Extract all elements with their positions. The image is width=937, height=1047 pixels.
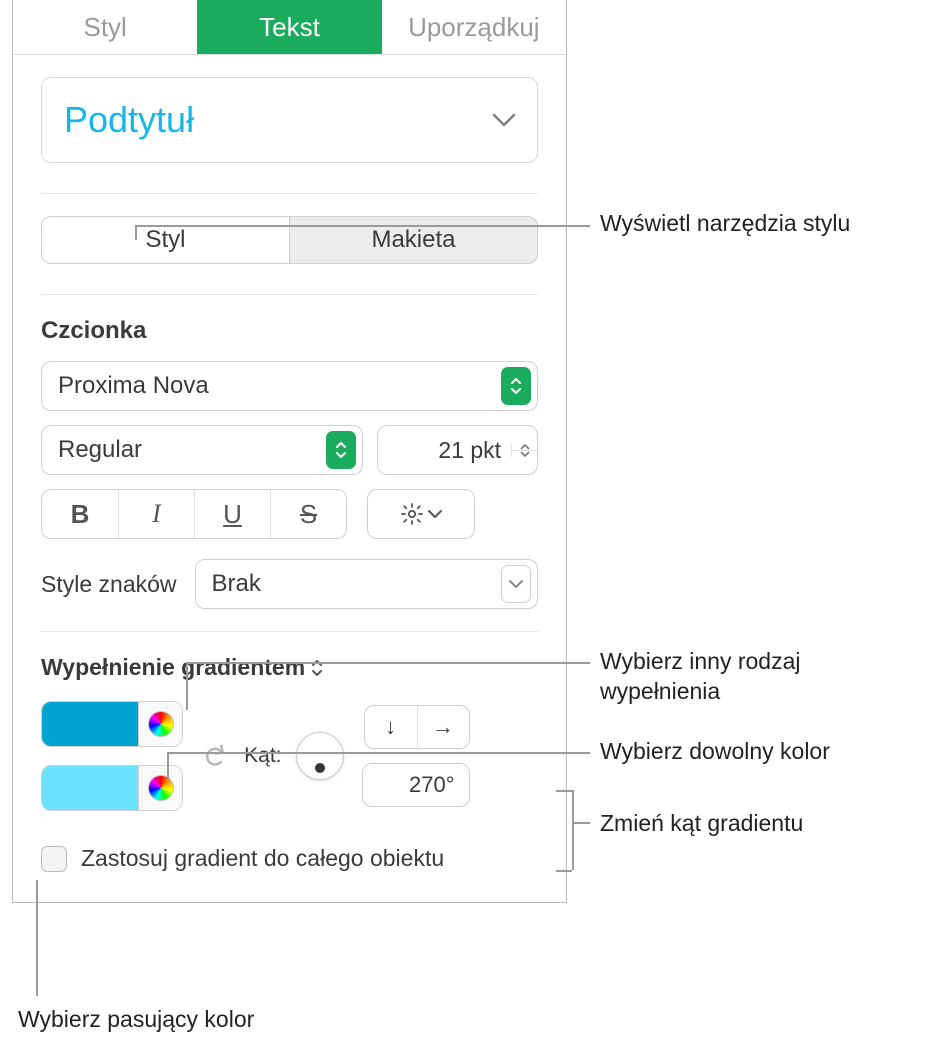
text-style-group: B I U S (41, 489, 347, 539)
angle-value: 270° (409, 772, 455, 798)
font-size-field[interactable]: 21 pkt (377, 425, 538, 475)
color-picker-button-2[interactable] (138, 766, 182, 810)
gradient-color-2-well[interactable] (42, 766, 138, 810)
angle-direction-group: ↓ → (364, 705, 470, 749)
angle-dial[interactable] (296, 732, 344, 780)
callout-fill-type-line1: Wybierz inny rodzaj (600, 648, 800, 675)
angle-right-button[interactable]: → (417, 706, 469, 748)
tab-text[interactable]: Tekst (197, 0, 381, 54)
gradient-stop-2 (41, 765, 183, 811)
chevron-down-icon (428, 509, 442, 519)
callout-any-color: Wybierz dowolny kolor (600, 738, 830, 765)
paragraph-style-popup[interactable]: Podtytuł (41, 77, 538, 163)
gradient-color-1-well[interactable] (42, 702, 138, 746)
updown-icon (311, 658, 323, 678)
font-family-select[interactable]: Proxima Nova (41, 361, 538, 411)
angle-field[interactable]: 270° (362, 763, 470, 807)
callout-show-style-tools: Wyświetl narzędzia stylu (600, 210, 850, 237)
tab-arrange[interactable]: Uporządkuj (382, 0, 566, 54)
font-weight-select[interactable]: Regular (41, 425, 363, 475)
character-styles-label: Style znaków (41, 571, 177, 598)
stepper-down[interactable] (512, 450, 537, 457)
colorwheel-icon (148, 711, 174, 737)
angle-down-button[interactable]: ↓ (365, 706, 417, 748)
chevron-down-icon (493, 113, 515, 127)
character-style-value: Brak (212, 570, 501, 598)
subtab-layout[interactable]: Makieta (289, 217, 537, 263)
font-size-stepper (511, 444, 537, 457)
chevron-down-icon (501, 565, 531, 603)
text-subtabs: Styl Makieta (41, 216, 538, 264)
fill-type-label: Wypełnienie gradientem (41, 654, 305, 681)
apply-to-whole-checkbox[interactable] (41, 846, 67, 872)
strikethrough-button[interactable]: S (270, 490, 346, 538)
font-family-value: Proxima Nova (58, 372, 501, 400)
format-inspector-panel: Styl Tekst Uporządkuj Podtytuł Styl Maki… (12, 0, 567, 903)
font-section-heading: Czcionka (41, 317, 538, 345)
updown-icon (501, 367, 531, 405)
callout-fill-type-line2: wypełnienia (600, 678, 720, 705)
subtab-style[interactable]: Styl (42, 217, 289, 263)
callout-matching-color: Wybierz pasujący kolor (18, 1006, 254, 1033)
angle-label: Kąt: (244, 744, 281, 768)
color-picker-button-1[interactable] (138, 702, 182, 746)
paragraph-style-label: Podtytuł (64, 99, 194, 141)
underline-button[interactable]: U (194, 490, 270, 538)
gradient-stop-1 (41, 701, 183, 747)
font-weight-value: Regular (58, 436, 326, 464)
font-size-value: 21 pkt (378, 437, 511, 464)
tab-style[interactable]: Styl (13, 0, 197, 54)
italic-button[interactable]: I (118, 490, 194, 538)
colorwheel-icon (148, 775, 174, 801)
character-style-select[interactable]: Brak (195, 559, 538, 609)
swap-colors-button[interactable]: ↻ (194, 741, 233, 772)
apply-to-whole-label: Zastosuj gradient do całego obiektu (81, 845, 444, 872)
bold-button[interactable]: B (42, 490, 118, 538)
advanced-options-button[interactable] (367, 489, 475, 539)
inspector-tabs: Styl Tekst Uporządkuj (13, 0, 566, 55)
fill-type-popup[interactable]: Wypełnienie gradientem (41, 654, 538, 681)
updown-icon (326, 431, 356, 469)
callout-change-angle: Zmień kąt gradientu (600, 810, 803, 837)
gear-icon (400, 502, 424, 526)
